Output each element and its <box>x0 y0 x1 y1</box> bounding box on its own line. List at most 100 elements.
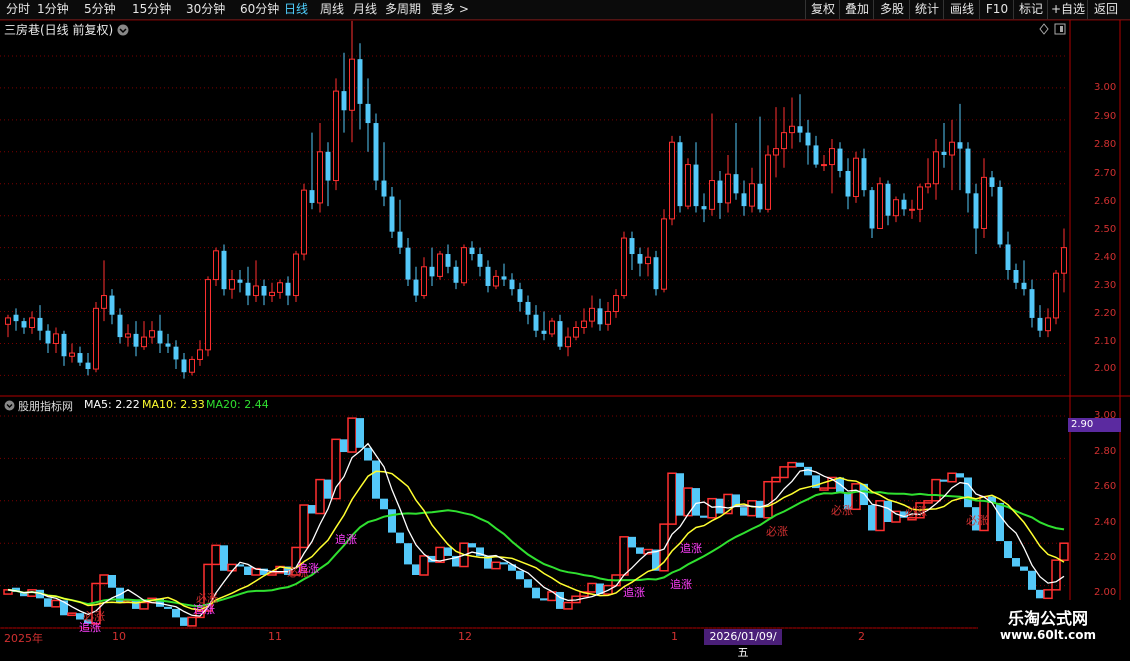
watermark: 乐淘公式网 www.60lt.com <box>978 600 1130 650</box>
candle-body <box>757 183 763 210</box>
candle-body <box>541 330 547 334</box>
ma20-value: MA20: 2.44 <box>206 398 269 411</box>
candle-body <box>789 125 795 134</box>
candle-body <box>109 295 115 315</box>
candle-body <box>501 276 507 280</box>
candle-body <box>853 157 859 198</box>
candle-body <box>85 362 91 370</box>
indicator-block <box>187 616 197 627</box>
ma10-value: MA10: 2.33 <box>142 398 205 411</box>
indicator-block <box>388 509 396 533</box>
candle-body <box>125 333 131 338</box>
indicator-block <box>444 547 452 556</box>
indicator-block <box>468 543 476 548</box>
candle-body <box>933 151 939 185</box>
candle-body <box>941 151 947 155</box>
date-label: 11 <box>268 630 282 643</box>
candle-body <box>325 151 331 181</box>
candle-body <box>213 250 219 281</box>
indicator-block <box>396 532 404 544</box>
candle-body <box>61 333 67 357</box>
price-label: 2.10 <box>1094 336 1117 347</box>
crosshair-date-label: 2026/01/09/五 <box>704 629 782 659</box>
indicator-block <box>164 606 172 609</box>
candle-body <box>229 279 235 290</box>
candle-body <box>461 247 467 284</box>
chart-canvas[interactable] <box>0 0 1130 650</box>
price-label: 2.50 <box>1094 224 1117 235</box>
candle-body <box>901 199 907 210</box>
indicator-block <box>676 473 684 516</box>
indicator-block <box>763 480 773 519</box>
candle-body <box>357 59 363 104</box>
indicator-block <box>315 478 325 515</box>
zhuizhang-annotation: 追涨 <box>623 586 645 599</box>
indicator-block <box>108 575 116 588</box>
candle-body <box>733 174 739 194</box>
candle-body <box>973 193 979 229</box>
candle-body <box>221 250 227 290</box>
crosshair-price-label: 2.90 <box>1068 418 1121 432</box>
candle-body <box>997 186 1003 245</box>
indicator-block <box>380 498 388 510</box>
candle-body <box>69 352 75 357</box>
indicator-block <box>324 479 332 499</box>
candle-body <box>653 257 659 290</box>
price-label: 2.20 <box>1094 552 1117 563</box>
candle-body <box>477 254 483 267</box>
indicator-block <box>516 570 524 580</box>
candle-body <box>309 190 315 203</box>
date-label: 10 <box>112 630 126 643</box>
candle-body <box>133 333 139 347</box>
candle-body <box>837 148 843 171</box>
indicator-block <box>756 500 764 518</box>
candle-body <box>1045 317 1051 332</box>
candle-body <box>917 186 923 210</box>
indicator-block <box>491 561 501 570</box>
chevron-down-icon[interactable] <box>4 400 15 411</box>
indicator-block <box>524 579 532 588</box>
candle-body <box>141 336 147 348</box>
candle-body <box>413 279 419 296</box>
candle-body <box>13 314 19 322</box>
indicator-block <box>667 472 677 525</box>
candle-body <box>173 346 179 360</box>
candle-body <box>165 343 171 347</box>
candle-body <box>629 238 635 255</box>
indicator-block <box>364 447 372 461</box>
candle-body <box>333 90 339 182</box>
candle-body <box>205 279 211 351</box>
zhuizhang-annotation: 追涨 <box>193 603 215 616</box>
candle-body <box>597 308 603 325</box>
candle-body <box>885 183 891 216</box>
candle-body <box>1053 272 1059 319</box>
indicator-block <box>412 564 420 575</box>
candle-body <box>45 330 51 344</box>
candle-body <box>517 289 523 302</box>
candle-body <box>709 180 715 210</box>
indicator-block <box>771 476 781 483</box>
candle-body <box>381 180 387 197</box>
indicator-block <box>740 507 748 516</box>
candle-body <box>285 282 291 296</box>
candle-body <box>117 314 123 338</box>
price-label: 2.30 <box>1094 280 1117 291</box>
candle-body <box>5 317 11 325</box>
candle-body <box>341 91 347 111</box>
candle-body <box>925 183 931 188</box>
candle-body <box>1005 244 1011 270</box>
price-label: 2.20 <box>1094 308 1117 319</box>
candle-body <box>277 282 283 293</box>
indicator-block <box>244 566 252 575</box>
candle-body <box>677 142 683 207</box>
indicator-block <box>964 477 972 508</box>
candle-body <box>261 285 267 296</box>
indicator-block <box>563 601 573 610</box>
watermark-url: www.60lt.com <box>999 628 1097 642</box>
price-label: 2.40 <box>1094 517 1117 528</box>
candle-body <box>405 247 411 280</box>
indicator-block <box>556 591 564 609</box>
zhuizhang-annotation: 追涨 <box>670 578 692 591</box>
candle-body <box>645 256 651 265</box>
candle-body <box>389 196 395 232</box>
